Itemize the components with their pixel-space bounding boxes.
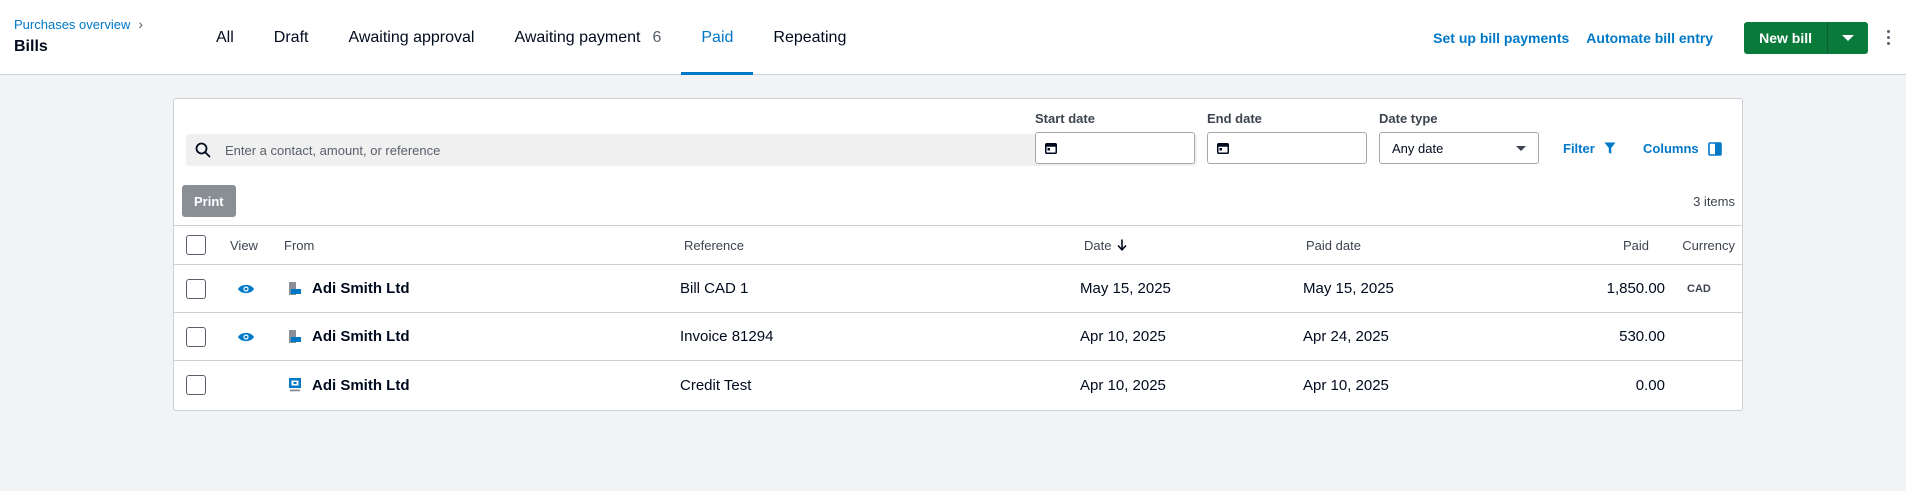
filter-label: Filter [1563,141,1595,156]
bills-table: View From Reference Date Paid date Paid … [174,225,1742,409]
column-header-from[interactable]: From [284,226,314,264]
row-checkbox[interactable] [186,375,206,395]
paid-date-cell: May 15, 2025 [1303,280,1394,297]
contact-name: Adi Smith Ltd [312,328,410,345]
page-title: Bills [14,38,48,55]
from-cell: Adi Smith Ltd [288,313,410,360]
breadcrumb-link-purchases-overview[interactable]: Purchases overview [14,17,130,32]
select-all-cell [186,226,206,264]
sort-descending-arrow-icon [1117,239,1128,251]
bill-icon [289,281,301,295]
column-header-reference[interactable]: Reference [684,226,744,264]
new-bill-button-group: New bill [1744,21,1868,54]
from-cell: Adi Smith Ltd [288,265,410,312]
paid-amount-cell: 0.00 [1635,376,1665,394]
paid-amount-cell: 530.00 [1619,328,1665,345]
tab-label: Awaiting payment [514,28,641,46]
paid-amount-cell: 1,850.00 [1606,280,1665,297]
column-header-view: View [230,237,258,253]
status-tabs: All Draft Awaiting approval Awaiting pay… [196,0,866,75]
chevron-right-icon: › [138,16,143,32]
setup-bill-payments-link[interactable]: Set up bill payments [1433,30,1569,46]
date-cell: May 15, 2025 [1080,280,1171,297]
paid-date-cell: Apr 10, 2025 [1303,376,1389,394]
reference-cell: Bill CAD 1 [680,280,749,297]
tab-draft[interactable]: Draft [254,0,329,75]
table-row[interactable]: Adi Smith Ltd Credit Test Apr 10, 2025 A… [174,361,1742,409]
tab-label: Paid [701,28,734,46]
from-cell: Adi Smith Ltd [288,361,410,409]
new-bill-dropdown-button[interactable] [1828,21,1868,54]
date-cell: Apr 10, 2025 [1080,328,1166,345]
column-header-date-label: Date [1084,237,1112,253]
tab-label: All [216,28,234,46]
print-button[interactable]: Print [182,185,236,217]
calendar-icon [1045,143,1057,154]
end-date-field: End date [1207,111,1367,164]
search-input[interactable] [225,142,1125,158]
column-header-currency: Currency [1682,237,1735,253]
date-type-value: Any date [1392,140,1444,156]
tab-count-badge: 6 [652,28,662,46]
eye-icon[interactable] [237,283,255,295]
date-type-field: Date type Any date [1379,111,1539,164]
row-checkbox[interactable] [186,326,206,347]
tab-label: Awaiting approval [348,28,475,46]
tab-repeating[interactable]: Repeating [753,0,866,75]
breadcrumb: Purchases overview › [14,16,143,32]
bill-icon [289,329,301,343]
eye-icon[interactable] [237,331,255,343]
columns-label: Columns [1643,141,1699,156]
more-options-icon[interactable] [1882,30,1894,45]
select-all-checkbox[interactable] [186,235,206,255]
tab-all[interactable]: All [196,0,254,75]
tab-awaiting-approval[interactable]: Awaiting approval [328,0,494,75]
contact-name: Adi Smith Ltd [312,376,410,394]
page-header: Purchases overview › Bills All Draft Awa… [0,0,1906,75]
date-type-label: Date type [1379,111,1438,126]
tab-paid[interactable]: Paid [681,0,754,75]
search-icon [195,142,211,158]
reference-cell: Credit Test [680,376,752,394]
end-date-input[interactable] [1207,132,1367,164]
reference-cell: Invoice 81294 [680,328,774,345]
column-header-paid-date[interactable]: Paid date [1306,226,1361,264]
credit-note-icon [289,378,301,392]
contact-name: Adi Smith Ltd [312,280,410,297]
table-header-row: View From Reference Date Paid date Paid … [174,225,1742,265]
caret-down-icon [1842,34,1854,41]
caret-down-icon [1516,145,1526,151]
items-count: 3 items [1693,194,1735,209]
table-row[interactable]: Adi Smith Ltd Invoice 81294 Apr 10, 2025… [174,313,1742,361]
date-type-select[interactable]: Any date [1379,132,1539,164]
new-bill-button[interactable]: New bill [1744,21,1828,54]
date-cell: Apr 10, 2025 [1080,376,1166,394]
table-row[interactable]: Adi Smith Ltd Bill CAD 1 May 15, 2025 Ma… [174,265,1742,313]
tab-label: Draft [273,28,309,46]
column-header-date[interactable]: Date [1084,226,1128,264]
column-header-paid[interactable]: Paid [1623,226,1649,264]
filter-button[interactable]: Filter [1563,141,1616,156]
header-actions: Set up bill payments Automate bill entry… [1433,0,1906,75]
calendar-icon [1217,143,1229,154]
tab-label: Repeating [773,28,847,46]
start-date-label: Start date [1035,111,1095,126]
start-date-input[interactable] [1035,132,1195,164]
start-date-field: Start date [1035,111,1195,164]
currency-badge: CAD [1687,282,1711,295]
tab-awaiting-payment[interactable]: Awaiting payment 6 [494,0,681,75]
end-date-label: End date [1207,111,1262,126]
view-icon-cell [237,265,255,312]
columns-icon [1707,141,1722,156]
view-icon-cell [237,313,255,360]
paid-date-cell: Apr 24, 2025 [1303,328,1389,345]
row-checkbox[interactable] [186,278,206,299]
columns-button[interactable]: Columns [1643,141,1722,156]
bills-panel: Start date End date Date type Any date F… [173,98,1743,411]
automate-bill-entry-link[interactable]: Automate bill entry [1586,30,1713,46]
filter-icon [1604,142,1616,154]
